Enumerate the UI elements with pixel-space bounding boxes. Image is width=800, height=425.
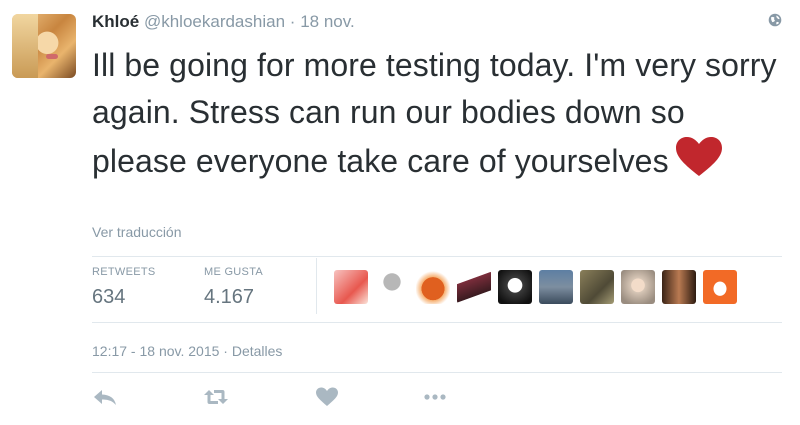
- liker-avatar[interactable]: [334, 270, 368, 304]
- tweet-header: Khloé @khloekardashian · 18 nov.: [92, 12, 355, 32]
- divider-bottom: [92, 372, 782, 373]
- stats-separator: [316, 258, 317, 314]
- retweets-count: 634: [92, 286, 126, 308]
- likes-stat[interactable]: ME GUSTA 4.167: [204, 266, 263, 309]
- author-avatar[interactable]: [12, 14, 76, 78]
- liker-avatar[interactable]: [703, 270, 737, 304]
- divider-top: [92, 256, 782, 257]
- reply-icon[interactable]: [92, 386, 118, 408]
- liker-avatar[interactable]: [580, 270, 614, 304]
- likes-label: ME GUSTA: [204, 266, 264, 278]
- likes-count: 4.167: [204, 286, 255, 308]
- retweet-icon[interactable]: [203, 386, 229, 408]
- tweet-date[interactable]: 18 nov.: [300, 12, 355, 31]
- divider-middle: [92, 322, 782, 323]
- liker-avatar[interactable]: [662, 270, 696, 304]
- retweets-label: RETWEETS: [92, 266, 156, 278]
- more-icon[interactable]: [422, 386, 448, 408]
- heart-icon[interactable]: [314, 386, 340, 408]
- liker-avatar[interactable]: [457, 270, 491, 304]
- tweet-text: Ill be going for more testing today. I'm…: [92, 42, 782, 185]
- liker-avatar[interactable]: [416, 270, 450, 304]
- liker-avatar[interactable]: [539, 270, 573, 304]
- tweet-timestamp[interactable]: 12:17 - 18 nov. 2015 · Detalles: [92, 343, 282, 359]
- author-name[interactable]: Khloé: [92, 12, 139, 31]
- liker-avatar[interactable]: [498, 270, 532, 304]
- red-heart-emoji: [675, 137, 722, 176]
- translate-link[interactable]: Ver traducción: [92, 224, 182, 240]
- liker-avatar[interactable]: [375, 270, 409, 304]
- globe-icon: [768, 13, 782, 27]
- retweets-stat[interactable]: RETWEETS 634: [92, 266, 156, 309]
- liker-avatar[interactable]: [621, 270, 655, 304]
- author-handle[interactable]: @khloekardashian: [144, 12, 285, 31]
- header-separator: ·: [289, 12, 296, 31]
